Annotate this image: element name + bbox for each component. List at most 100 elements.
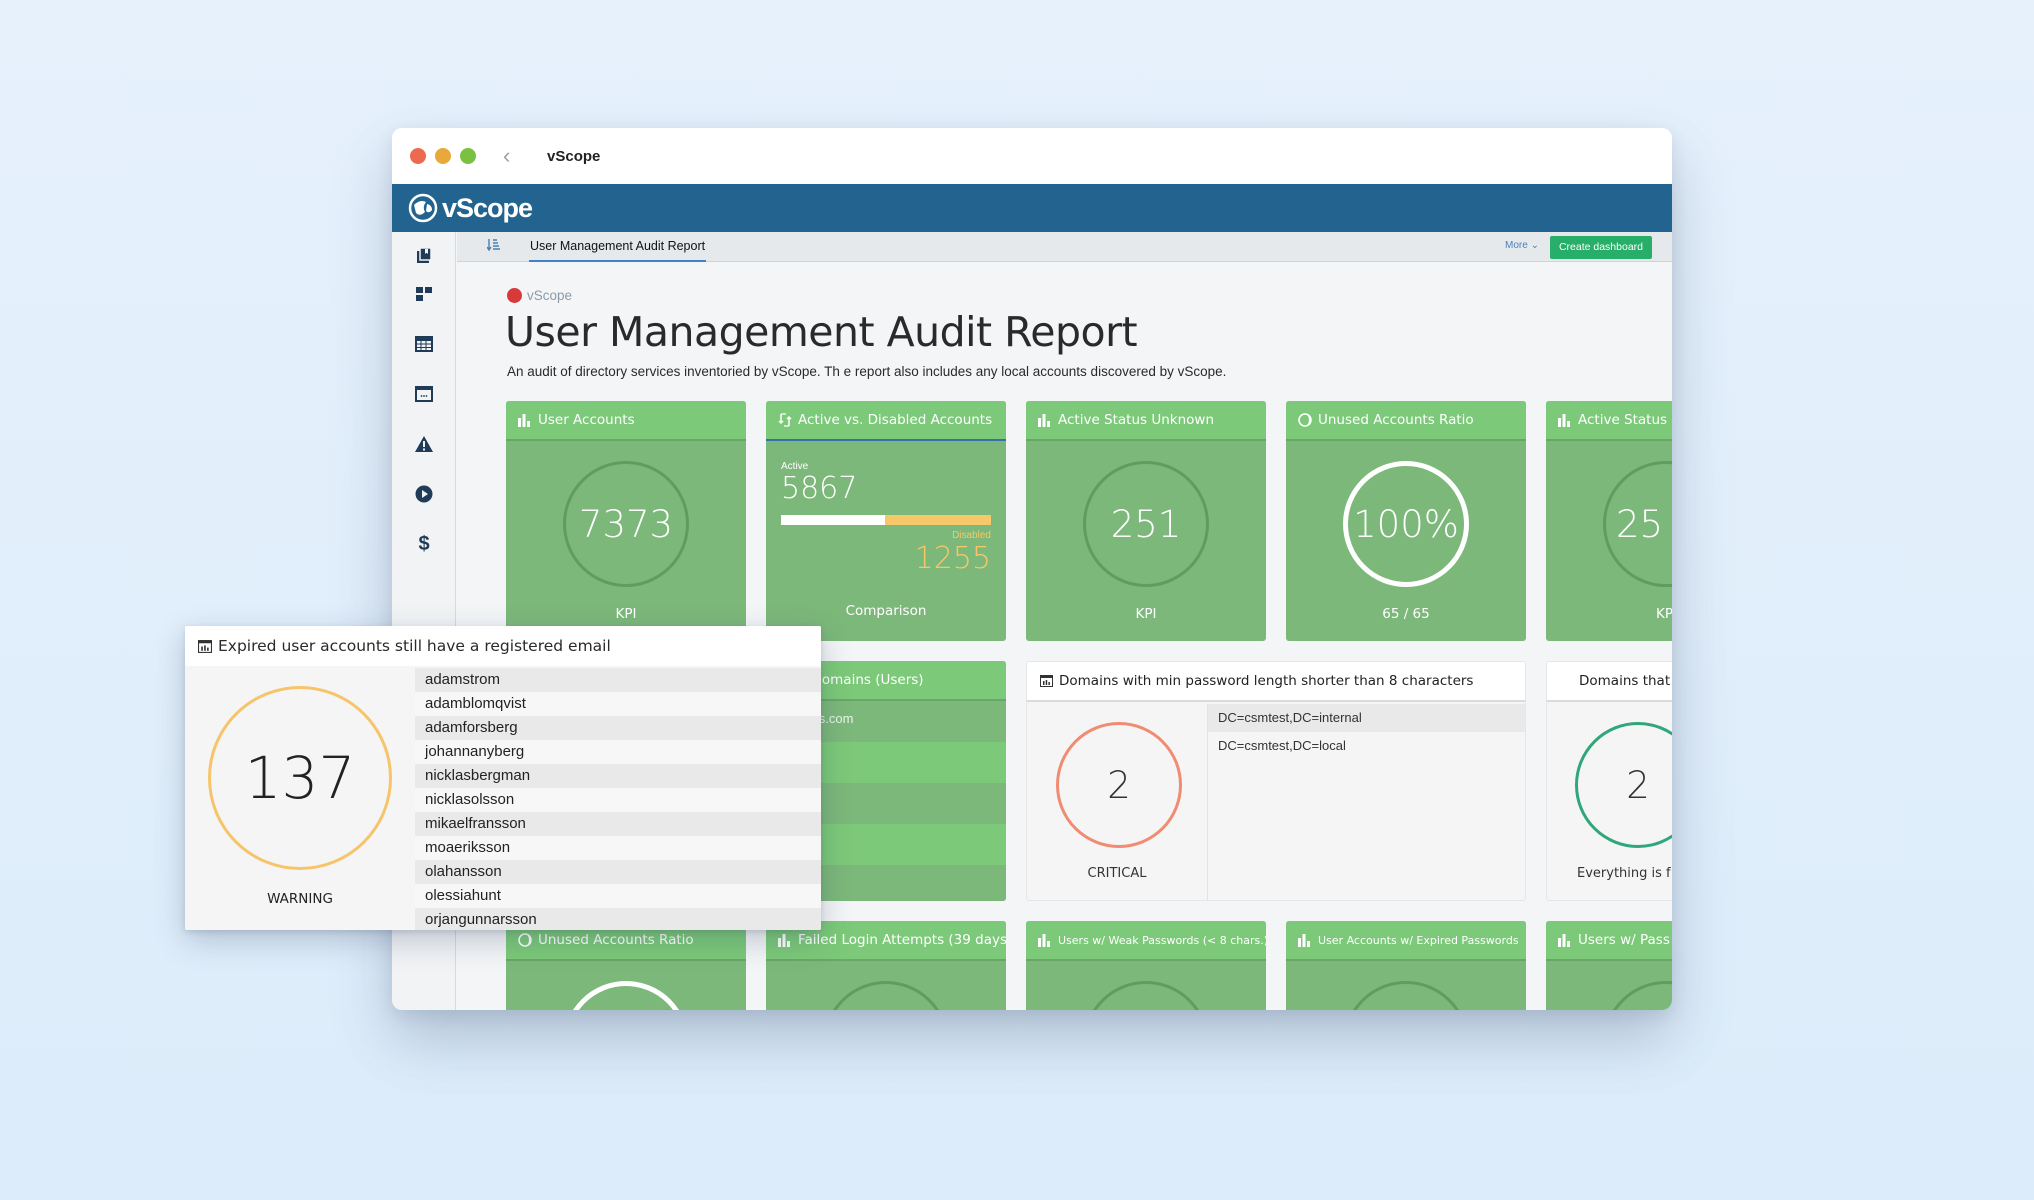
kpi-ring bbox=[563, 981, 689, 1010]
bar-chart-icon bbox=[518, 413, 532, 427]
card-title: Expired user accounts still have a regis… bbox=[218, 637, 611, 655]
ok-value: 2 bbox=[1575, 722, 1672, 848]
bar-chart-icon bbox=[778, 933, 792, 947]
compare-icon bbox=[778, 413, 792, 427]
expired-accounts-email-card[interactable]: Expired user accounts still have a regis… bbox=[185, 626, 821, 930]
more-label: More bbox=[1505, 240, 1528, 251]
critical-value: 2 bbox=[1056, 722, 1182, 848]
card-title: Active Status Unknown bbox=[1058, 412, 1215, 428]
disabled-label: Disabled bbox=[952, 530, 991, 541]
domains-list: DC=csmtest,DC=internal DC=csmtest,DC=loc… bbox=[1207, 704, 1525, 900]
report-description: An audit of directory services inventori… bbox=[507, 364, 1227, 379]
card-title: Active vs. Disabled Accounts bbox=[798, 412, 993, 428]
card-title: Users w/ Pass bbox=[1578, 932, 1670, 948]
card-header: Expired user accounts still have a regis… bbox=[185, 626, 821, 666]
back-chevron-icon[interactable]: ‹ bbox=[503, 143, 523, 169]
pie-chart-icon bbox=[1298, 413, 1312, 427]
kpi-ring bbox=[823, 981, 949, 1010]
card-title: User Accounts w/ Expired Passwords bbox=[1318, 933, 1519, 947]
card-active-vs-disabled[interactable]: Active vs. Disabled Accounts Active 5867… bbox=[766, 401, 1006, 641]
brand-bar: vScope bbox=[392, 184, 1672, 232]
critical-status: CRITICAL bbox=[1087, 866, 1147, 881]
card-active-status-unknown[interactable]: Active Status Unknown 251 KPI bbox=[1026, 401, 1266, 641]
active-disabled-bar bbox=[781, 515, 991, 525]
report-title: User Management Audit Report bbox=[505, 308, 1138, 356]
card-header: User Accounts bbox=[506, 401, 746, 441]
bar-chart-icon bbox=[1038, 413, 1052, 427]
card-expired-passwords[interactable]: User Accounts w/ Expired Passwords bbox=[1286, 921, 1526, 1010]
brand-name: vScope bbox=[442, 192, 533, 223]
user-list-item[interactable]: mikaelfransson bbox=[415, 812, 821, 836]
user-list-item[interactable]: adamforsberg bbox=[415, 716, 821, 740]
bar-chart-icon bbox=[1038, 933, 1052, 947]
user-list-item[interactable]: nicklasbergman bbox=[415, 764, 821, 788]
kpi-value: 25 bbox=[1603, 461, 1672, 587]
bar-chart-icon bbox=[1558, 413, 1572, 427]
list-item[interactable]: DC=csmtest,DC=local bbox=[1208, 732, 1525, 760]
user-list-item[interactable]: moaeriksson bbox=[415, 836, 821, 860]
reports-icon[interactable] bbox=[414, 246, 434, 266]
card-users-with-passwords[interactable]: Users w/ Pass bbox=[1546, 921, 1672, 1010]
play-icon[interactable] bbox=[414, 484, 434, 504]
card-title: User Accounts bbox=[538, 412, 635, 428]
maximize-window-button[interactable] bbox=[460, 148, 476, 164]
card-active-status-partial[interactable]: Active Status U 25 KP bbox=[1546, 401, 1672, 641]
sort-icon[interactable] bbox=[486, 238, 507, 255]
minimize-window-button[interactable] bbox=[435, 148, 451, 164]
bar-chart-icon bbox=[1558, 933, 1572, 947]
warning-icon[interactable] bbox=[414, 434, 434, 454]
kpi-value: 251 bbox=[1083, 461, 1209, 587]
kpi-ring bbox=[1343, 981, 1469, 1010]
close-window-button[interactable] bbox=[410, 148, 426, 164]
create-dashboard-button[interactable]: Create dashboard bbox=[1549, 236, 1652, 259]
card-unused-accounts-ratio[interactable]: Unused Accounts Ratio 100% 65 / 65 bbox=[1286, 401, 1526, 641]
user-list: adamstrom adamblomqvist adamforsberg johann… bbox=[415, 668, 821, 930]
window-icon[interactable] bbox=[414, 384, 434, 404]
kpi-value: 100% bbox=[1343, 461, 1469, 587]
kpi-label: KPI bbox=[615, 606, 637, 622]
user-list-item[interactable]: johannanyberg bbox=[415, 740, 821, 764]
card-header: Domains with min password length shorter… bbox=[1027, 662, 1525, 702]
more-menu[interactable]: More ⌄ bbox=[1505, 240, 1539, 251]
kpi-label: KPI bbox=[1135, 606, 1157, 622]
warning-status: WARNING bbox=[267, 891, 333, 907]
title-bar: ‹ vScope bbox=[392, 128, 1672, 184]
user-list-item[interactable]: adamblomqvist bbox=[415, 692, 821, 716]
user-list-item[interactable]: olahansson bbox=[415, 860, 821, 884]
card-failed-login-attempts[interactable]: Failed Login Attempts (39 days) bbox=[766, 921, 1006, 1010]
card-domains-that[interactable]: Domains that 2 Everything is f bbox=[1546, 661, 1672, 901]
card-weak-passwords[interactable]: Users w/ Weak Passwords (< 8 chars.) bbox=[1026, 921, 1266, 1010]
active-fill bbox=[781, 515, 885, 525]
user-list-item[interactable]: orjangunnarsson bbox=[415, 908, 821, 930]
chevron-down-icon: ⌄ bbox=[1530, 240, 1539, 251]
window-title: vScope bbox=[547, 147, 601, 165]
report-chart-icon bbox=[1040, 675, 1053, 687]
card-user-accounts[interactable]: User Accounts 7373 KPI bbox=[506, 401, 746, 641]
report-source-label: vScope bbox=[527, 288, 573, 303]
tab-user-management-audit-report[interactable]: User Management Audit Report bbox=[529, 232, 707, 262]
card-header: Active vs. Disabled Accounts bbox=[766, 401, 1006, 441]
user-list-item[interactable]: olessiahunt bbox=[415, 884, 821, 908]
list-item[interactable]: DC=csmtest,DC=internal bbox=[1208, 704, 1525, 732]
bar-chart-icon bbox=[1298, 933, 1312, 947]
vscope-logo-icon bbox=[507, 288, 522, 303]
dashboard-icon[interactable] bbox=[414, 284, 434, 304]
card-title: Unused Accounts Ratio bbox=[538, 932, 694, 948]
report-chart-icon bbox=[198, 639, 212, 653]
active-value: 5867 bbox=[781, 471, 858, 506]
kpi-ring bbox=[1083, 981, 1209, 1010]
card-header: Active Status U bbox=[1546, 401, 1672, 441]
report-source: vScope bbox=[507, 288, 572, 303]
card-header: Active Status Unknown bbox=[1026, 401, 1266, 441]
dollar-icon[interactable]: $ bbox=[414, 533, 434, 555]
card-header: Users w/ Pass bbox=[1546, 921, 1672, 961]
card-min-password-length[interactable]: Domains with min password length shorter… bbox=[1026, 661, 1526, 901]
table-icon[interactable] bbox=[414, 334, 434, 354]
card-title: Unused Accounts Ratio bbox=[1318, 412, 1474, 428]
user-list-item[interactable]: adamstrom bbox=[415, 668, 821, 692]
user-list-item[interactable]: nicklasolsson bbox=[415, 788, 821, 812]
warning-value: 137 bbox=[208, 686, 392, 870]
card-title: Domains that bbox=[1579, 673, 1671, 689]
card-unused-accounts-ratio-2[interactable]: Unused Accounts Ratio bbox=[506, 921, 746, 1010]
brand-logo[interactable]: vScope bbox=[408, 192, 533, 224]
